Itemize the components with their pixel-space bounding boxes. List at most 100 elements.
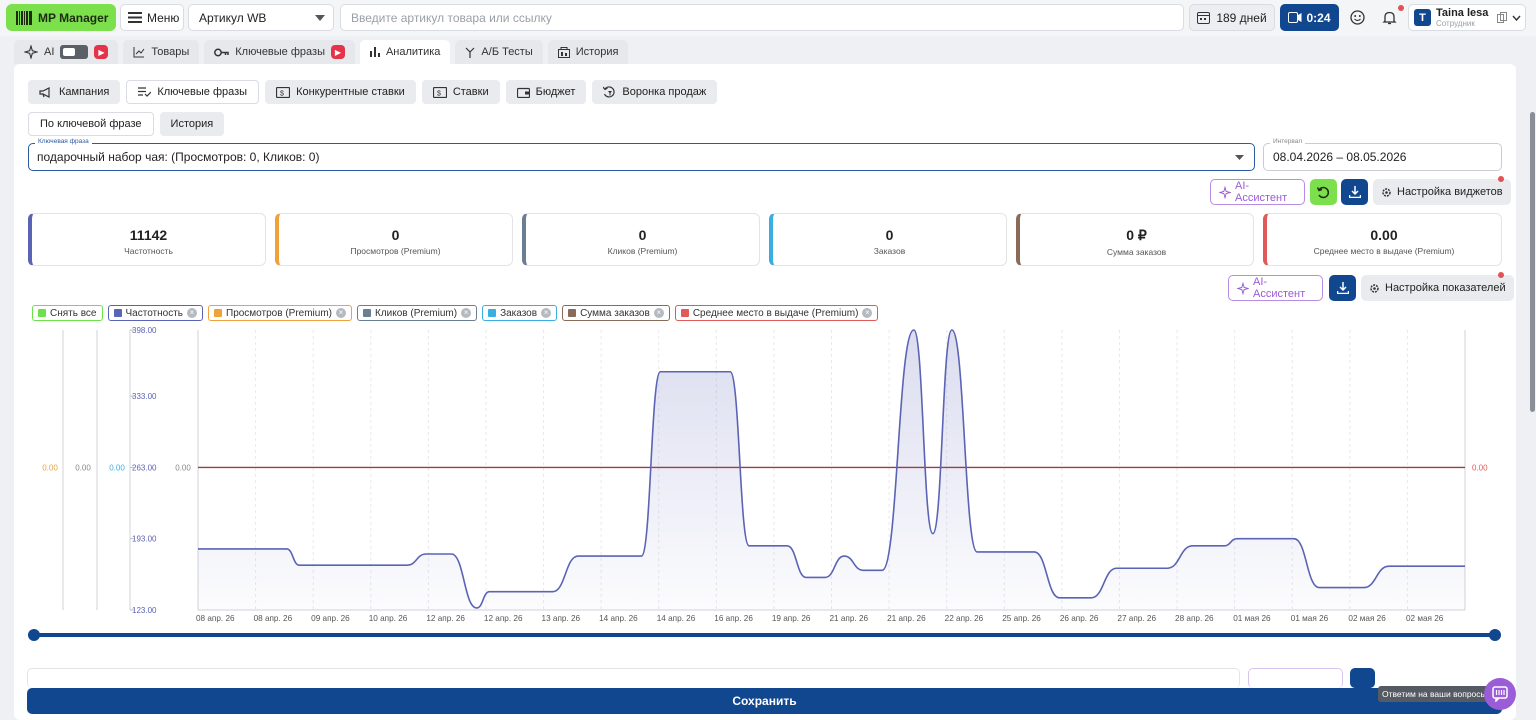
x-tick-label: 21 апр. 26 <box>887 614 926 623</box>
user-role: Сотрудник <box>1436 18 1475 28</box>
remove-series-icon[interactable]: × <box>862 308 873 318</box>
chevron-down-icon <box>315 14 325 21</box>
download-icon <box>1336 282 1349 294</box>
subscription-days[interactable]: 189 дней <box>1189 4 1275 31</box>
refresh-icon <box>1317 186 1330 198</box>
tab-history[interactable]: История <box>547 40 629 64</box>
gear-icon <box>1370 283 1379 293</box>
subtab-label: Ключевые фразы <box>157 86 248 98</box>
legend-label: Кликов (Premium) <box>375 307 458 319</box>
metric-label: Сумма заказов <box>1106 247 1167 257</box>
feedback-button[interactable] <box>1344 4 1371 31</box>
legend-item[interactable]: Заказов × <box>482 305 558 321</box>
video-timer-button[interactable]: 0:24 <box>1280 4 1339 31</box>
legend-item[interactable]: Снять все <box>32 305 103 321</box>
download-button[interactable] <box>1341 179 1368 205</box>
chat-icon <box>1492 686 1508 702</box>
search-placeholder: Введите артикул товара или ссылку <box>351 10 552 25</box>
tab-ai[interactable]: AI ▶ <box>14 40 119 64</box>
x-tick-label: 19 апр. 26 <box>772 614 811 623</box>
bar-chart-icon <box>369 47 380 57</box>
remove-series-icon[interactable]: × <box>461 308 472 318</box>
view-tab-label: По ключевой фразе <box>40 118 142 130</box>
legend-swatch <box>363 309 371 317</box>
sparkle-icon <box>1237 281 1249 295</box>
range-slider-track[interactable] <box>33 633 1495 637</box>
next-section-button <box>1248 668 1343 688</box>
article-select[interactable]: Артикул WB <box>188 4 334 31</box>
range-slider-end-handle[interactable] <box>1489 629 1501 641</box>
refresh-button[interactable] <box>1310 179 1337 205</box>
tab-analytics[interactable]: Аналитика <box>359 40 451 64</box>
subtab-bids[interactable]: $ Ставки <box>421 80 500 104</box>
list-check-icon <box>138 87 152 97</box>
x-tick-label: 25 апр. 26 <box>1002 614 1041 623</box>
ai-assistant-button[interactable]: AI-Ассистент <box>1228 275 1323 301</box>
metric-value: 11142 <box>129 227 168 243</box>
save-button[interactable]: Сохранить <box>27 688 1502 714</box>
ai-toggle[interactable] <box>60 45 89 59</box>
next-section-button <box>1350 668 1375 688</box>
legend-swatch <box>680 309 689 317</box>
tab-ab-tests[interactable]: А/Б Тесты <box>455 40 543 64</box>
metric-value: 0.00 <box>1370 227 1398 243</box>
range-slider-start-handle[interactable] <box>28 629 40 641</box>
page-scrollbar[interactable] <box>1530 112 1535 412</box>
tab-keywords[interactable]: Ключевые фразы ▶ <box>204 40 355 64</box>
metric-card-frequency[interactable]: 11142 Частотность <box>28 213 266 266</box>
legend-item[interactable]: Кликов (Premium) × <box>357 305 478 321</box>
notification-dot <box>1498 176 1504 182</box>
legend-item[interactable]: Среднее место в выдаче (Premium) × <box>674 305 879 321</box>
widget-settings-button[interactable]: Настройка виджетов <box>1373 179 1511 205</box>
chat-button[interactable] <box>1484 678 1516 710</box>
ai-assistant-label: AI-Ассистент <box>1234 180 1288 204</box>
logo[interactable]: MP Manager <box>6 4 116 31</box>
interval-field[interactable]: Интервал 08.04.2026 – 08.05.2026 <box>1263 138 1502 171</box>
tab-analytics-label: Аналитика <box>385 46 441 58</box>
main-tabs: AI ▶ Товары Ключевые фразы ▶ Аналитика А… <box>14 40 629 64</box>
bell-icon <box>1382 11 1397 25</box>
legend-item[interactable]: Просмотров (Premium) × <box>208 305 352 321</box>
remove-series-icon[interactable]: × <box>541 308 552 318</box>
axis-label: 0.00 <box>175 463 191 472</box>
metric-card-orders[interactable]: 0 Заказов <box>769 213 1007 266</box>
view-tab-history[interactable]: История <box>159 112 225 136</box>
keyword-select[interactable]: Ключевая фраза подарочный набор чая: (Пр… <box>28 138 1255 171</box>
user-menu[interactable]: T Taina lesa Сотрудник <box>1408 4 1526 31</box>
video-badge-icon[interactable]: ▶ <box>330 45 345 59</box>
view-tab-by-keyword[interactable]: По ключевой фразе <box>28 112 154 136</box>
remove-series-icon[interactable]: × <box>336 308 346 318</box>
remove-series-icon[interactable]: × <box>653 308 664 318</box>
legend-item[interactable]: Частотность × <box>107 305 203 321</box>
money-icon: $ <box>276 86 291 98</box>
legend-swatch <box>38 309 46 317</box>
subtab-competitor-bids[interactable]: $ Конкурентные ставки <box>265 80 416 104</box>
metric-card-clicks[interactable]: 0 Кликов (Premium) <box>522 213 760 266</box>
interval-value: 08.04.2026 – 08.05.2026 <box>1273 150 1407 164</box>
days-text: 189 дней <box>1216 10 1267 25</box>
subtab-campaign[interactable]: Кампания <box>28 80 121 104</box>
subtab-keywords[interactable]: Ключевые фразы <box>126 80 260 104</box>
remove-series-icon[interactable]: × <box>187 308 197 318</box>
subtab-budget[interactable]: Бюджет <box>505 80 587 104</box>
tab-products[interactable]: Товары <box>123 40 200 64</box>
video-badge-icon[interactable]: ▶ <box>94 45 109 59</box>
metric-card-avg-position[interactable]: 0.00 Среднее место в выдаче (Premium) <box>1263 213 1502 266</box>
calendar-icon <box>1197 12 1211 24</box>
metric-value: 0 <box>638 227 647 243</box>
legend-item[interactable]: Сумма заказов × <box>562 305 670 321</box>
article-search-input[interactable]: Введите артикул товара или ссылку <box>340 4 1184 31</box>
axis-label: 0.00 <box>1472 463 1488 472</box>
subtab-sales-funnel[interactable]: Воронка продаж <box>592 80 718 104</box>
ai-assistant-button[interactable]: AI-Ассистент <box>1210 179 1305 205</box>
line-chart: 0.00 0.00 0.00 0.00 0.00 398.00 333.00 263.00 19… <box>42 326 1488 623</box>
metric-card-order-sum[interactable]: 0 ₽ Сумма заказов <box>1016 213 1254 266</box>
metric-card-views[interactable]: 0 Просмотров (Premium) <box>275 213 513 266</box>
menu-button[interactable]: Меню <box>120 4 184 31</box>
download-button[interactable] <box>1329 275 1356 301</box>
metric-settings-button[interactable]: Настройка показателей <box>1361 275 1514 301</box>
help-tooltip: Ответим на ваши вопросы <box>1378 686 1491 702</box>
wallet-icon <box>516 87 530 98</box>
split-icon <box>465 47 475 58</box>
subtab-label: Воронка продаж <box>622 86 707 98</box>
